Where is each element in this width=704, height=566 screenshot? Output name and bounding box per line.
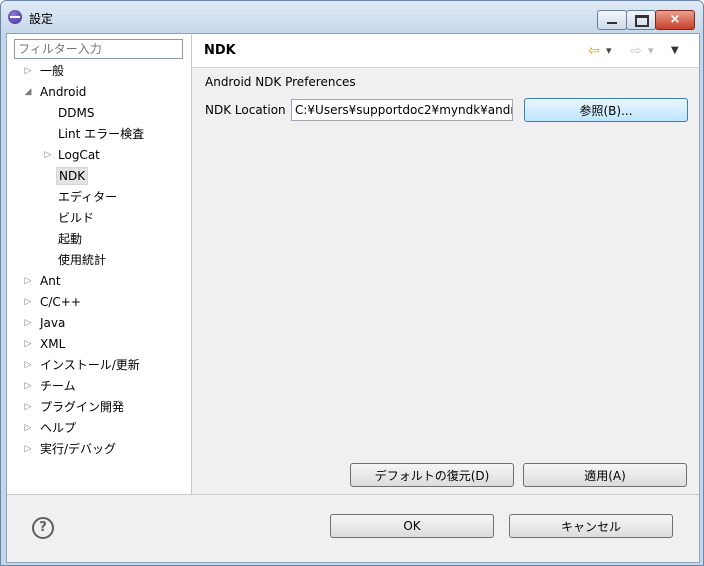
tree-item-label: チーム bbox=[40, 379, 76, 393]
eclipse-icon bbox=[8, 10, 22, 24]
tree-item-label: NDK bbox=[56, 167, 89, 185]
expand-arrow-icon[interactable]: ▷ bbox=[43, 146, 53, 164]
maximize-button[interactable] bbox=[626, 10, 656, 30]
tree-item-label: インストール/更新 bbox=[40, 358, 140, 372]
expand-arrow-icon[interactable]: ▷ bbox=[23, 293, 33, 311]
tree-item[interactable]: ▷ Java bbox=[7, 314, 191, 332]
window-title: 設定 bbox=[29, 12, 54, 26]
tree-item-label: エディター bbox=[58, 190, 118, 204]
ok-button[interactable]: OK bbox=[330, 514, 494, 538]
help-icon[interactable]: ? bbox=[32, 517, 54, 539]
ndk-location-input[interactable] bbox=[291, 99, 513, 121]
expand-arrow-icon[interactable]: ▷ bbox=[23, 314, 33, 332]
cancel-button[interactable]: キャンセル bbox=[509, 514, 673, 538]
back-arrow-icon[interactable]: ⇦ bbox=[588, 43, 600, 59]
tree-item[interactable]: ▷ プラグイン開発 bbox=[7, 398, 191, 416]
tree-item-label: 起動 bbox=[58, 232, 83, 246]
expand-arrow-icon[interactable]: ▷ bbox=[23, 272, 33, 290]
title-bar[interactable]: 設定 × bbox=[1, 1, 703, 33]
tree-item-label: Java bbox=[40, 316, 66, 330]
tree-item[interactable]: ▷ 実行/デバッグ bbox=[7, 440, 191, 458]
tree-item[interactable]: ▷ Ant bbox=[7, 272, 191, 290]
tree-item-label: Ant bbox=[40, 274, 61, 288]
tree-item-label: 一般 bbox=[40, 64, 65, 78]
tree-item-label: ビルド bbox=[58, 211, 95, 225]
tree-item[interactable]: NDK bbox=[7, 167, 191, 185]
tree-item-label: 使用統計 bbox=[58, 253, 107, 267]
apply-button[interactable]: 適用(A) bbox=[523, 463, 687, 487]
tree-item-label: プラグイン開発 bbox=[40, 400, 125, 414]
tree-item-label: 実行/デバッグ bbox=[40, 442, 117, 456]
back-menu-icon[interactable]: ▾ bbox=[606, 43, 612, 59]
expand-arrow-icon[interactable]: ▷ bbox=[23, 356, 33, 374]
tree-item[interactable]: ▷ 一般 bbox=[7, 62, 191, 80]
tree-item-label: XML bbox=[40, 337, 66, 351]
tree-item-label: Android bbox=[40, 85, 87, 99]
maximize-icon bbox=[635, 15, 649, 27]
collapse-arrow-icon[interactable]: ◢ bbox=[23, 83, 33, 101]
close-icon: × bbox=[669, 12, 681, 27]
page-header: NDK ⇦ ▾ ⇨ ▾ ▼ bbox=[192, 34, 699, 68]
tree-item-label: C/C++ bbox=[40, 295, 81, 309]
filter-input[interactable] bbox=[14, 39, 183, 59]
expand-arrow-icon[interactable]: ▷ bbox=[23, 419, 33, 437]
forward-menu-icon[interactable]: ▾ bbox=[648, 43, 654, 59]
footer-separator bbox=[7, 494, 699, 495]
tree-item[interactable]: ビルド bbox=[7, 209, 191, 227]
page-title: NDK bbox=[204, 43, 236, 58]
tree-item[interactable]: ▷ C/C++ bbox=[7, 293, 191, 311]
expand-arrow-icon[interactable]: ▷ bbox=[23, 377, 33, 395]
tree-item[interactable]: ▷ インストール/更新 bbox=[7, 356, 191, 374]
browse-button[interactable]: 参照(B)... bbox=[524, 98, 688, 122]
minimize-icon bbox=[607, 22, 617, 24]
tree-item-label: LogCat bbox=[58, 148, 100, 162]
expand-arrow-icon[interactable]: ▷ bbox=[23, 335, 33, 353]
view-menu-icon[interactable]: ▼ bbox=[671, 43, 679, 59]
ndk-location-label: NDK Location bbox=[205, 103, 286, 117]
minimize-button[interactable] bbox=[597, 10, 627, 30]
tree-item[interactable]: ◢ Android bbox=[7, 83, 191, 101]
tree-item[interactable]: Lint エラー検査 bbox=[7, 125, 191, 143]
preference-tree-panel: ▷ 一般 ◢ Android DDMS Lint エラー検査 ▷ LogCat NDK エディター… bbox=[7, 34, 192, 494]
forward-arrow-icon[interactable]: ⇨ bbox=[630, 43, 642, 59]
settings-window: 設定 × ▷ 一般 ◢ Android DDMS Lint エラー検査 ▷ LogCat NDK… bbox=[0, 0, 704, 566]
tree-item-label: DDMS bbox=[58, 106, 95, 120]
tree-item-label: Lint エラー検査 bbox=[58, 127, 145, 141]
dialog-client: ▷ 一般 ◢ Android DDMS Lint エラー検査 ▷ LogCat NDK エディター… bbox=[6, 33, 700, 563]
expand-arrow-icon[interactable]: ▷ bbox=[23, 440, 33, 458]
restore-defaults-button[interactable]: デフォルトの復元(D) bbox=[350, 463, 514, 487]
expand-arrow-icon[interactable]: ▷ bbox=[23, 398, 33, 416]
tree-item[interactable]: 起動 bbox=[7, 230, 191, 248]
close-button[interactable]: × bbox=[655, 10, 695, 30]
preference-page: NDK ⇦ ▾ ⇨ ▾ ▼ Android NDK Preferences ND… bbox=[192, 34, 699, 494]
tree-item[interactable]: ▷ ヘルプ bbox=[7, 419, 191, 437]
expand-arrow-icon[interactable]: ▷ bbox=[23, 62, 33, 80]
tree-item-label: ヘルプ bbox=[40, 421, 77, 435]
page-description: Android NDK Preferences bbox=[205, 75, 356, 89]
tree-item[interactable]: ▷ XML bbox=[7, 335, 191, 353]
tree-item[interactable]: 使用統計 bbox=[7, 251, 191, 269]
tree-item[interactable]: エディター bbox=[7, 188, 191, 206]
tree-item[interactable]: ▷ チーム bbox=[7, 377, 191, 395]
tree-item[interactable]: DDMS bbox=[7, 104, 191, 122]
tree-item[interactable]: ▷ LogCat bbox=[7, 146, 191, 164]
